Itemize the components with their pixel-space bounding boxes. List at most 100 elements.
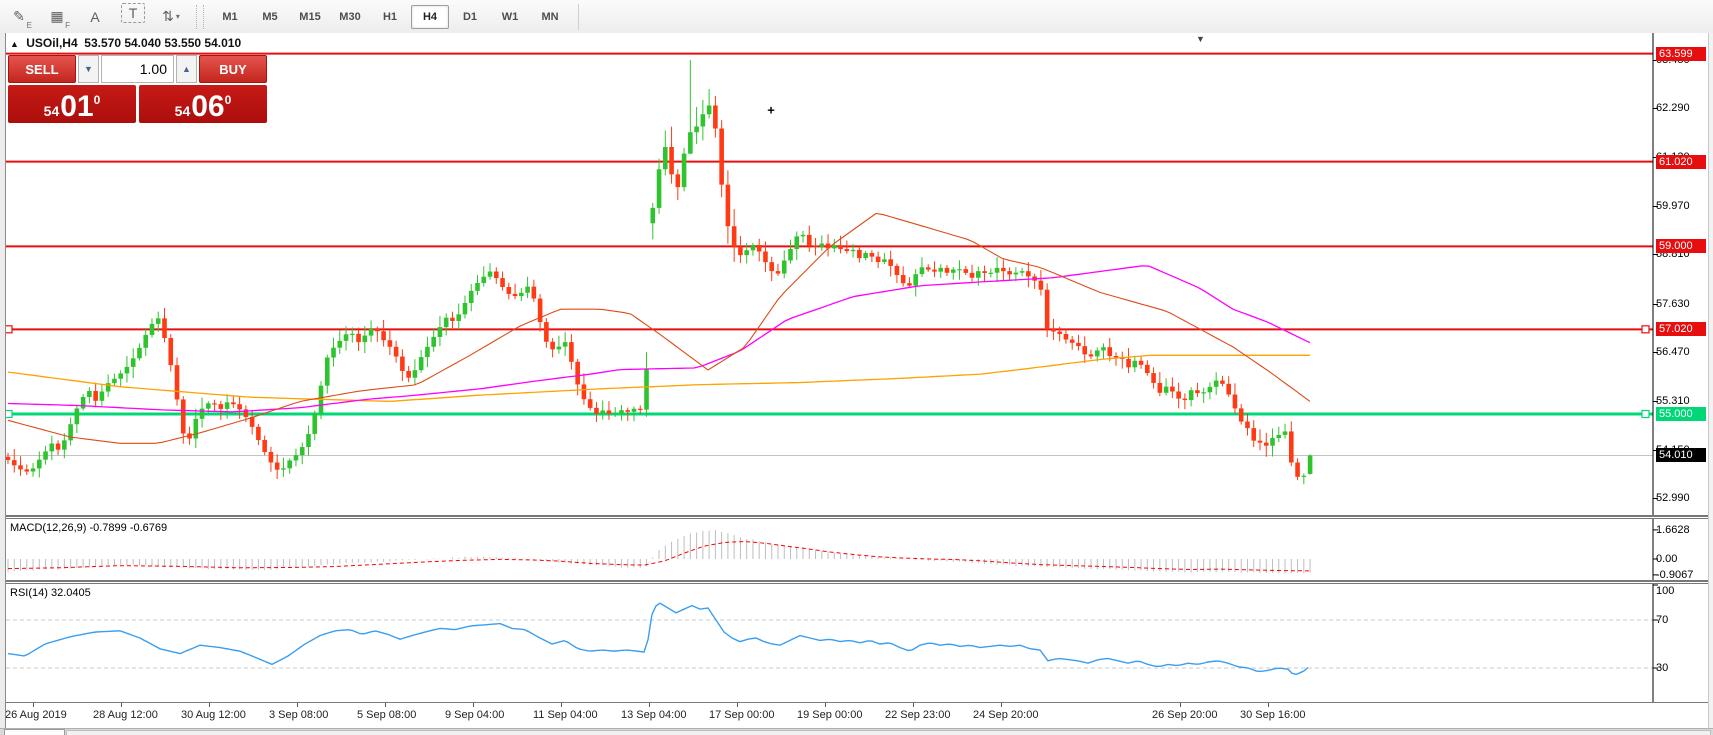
sell-price-big: 01 [60, 94, 93, 120]
timeframe-m30[interactable]: M30 [331, 5, 369, 29]
rsi-axis-label: 30 [1656, 661, 1706, 675]
level-price-label: 57.020 [1656, 322, 1706, 336]
arrows-objects-icon[interactable]: ⇅▾ [155, 3, 187, 31]
window-right-border [1708, 33, 1713, 735]
macd-plot[interactable] [0, 519, 1713, 580]
time-label: 30 Sep 16:00 [1240, 709, 1305, 721]
series-marker-icon: ▲ [10, 39, 19, 49]
grid-icon[interactable]: ▦F [41, 3, 73, 31]
time-label: 11 Sep 04:00 [533, 709, 598, 721]
time-tick [121, 703, 122, 707]
timeframe-d1[interactable]: D1 [451, 5, 489, 29]
rsi-label: RSI(14) 32.0405 [10, 587, 91, 599]
macd-axis-label: 1.6628 [1656, 523, 1706, 537]
one-click-trading-widget: SELL ▼ 1.00 ▲ BUY 54010 54060 [8, 55, 267, 123]
time-tick [737, 703, 738, 707]
rsi-plot[interactable] [0, 584, 1713, 702]
time-tick [297, 703, 298, 707]
chart-title: ▲ USOil,H4 53.570 54.040 53.550 54.010 [10, 36, 241, 50]
sell-price-sup: 0 [94, 94, 101, 106]
time-label: 22 Sep 23:00 [885, 709, 950, 721]
time-axis[interactable]: 26 Aug 2019 28 Aug 12:00 30 Aug 12:00 3 Sep… [0, 702, 1713, 729]
text-box-icon[interactable]: T [121, 3, 145, 23]
volume-input[interactable]: 1.00 [101, 55, 174, 83]
toolbar-separator [196, 5, 204, 29]
sell-button[interactable]: SELL [8, 55, 76, 83]
rsi-axis-label: 100 [1656, 584, 1706, 598]
window-left-border [0, 33, 6, 735]
buy-price-big: 06 [191, 94, 224, 120]
level-price-label: 61.020 [1656, 155, 1706, 169]
price-tick-label: 52.990 [1656, 491, 1706, 505]
level-price-label: 55.000 [1656, 407, 1706, 421]
sell-price-display[interactable]: 54010 [8, 85, 136, 123]
price-tick-label: 62.290 [1656, 101, 1706, 115]
macd-axis-label: -0.9067 [1656, 568, 1706, 582]
cross-annotation: + [767, 102, 775, 117]
price-tick-label: 55.310 [1656, 394, 1706, 408]
rsi-line [8, 603, 1308, 674]
current-price-label: 54.010 [1656, 448, 1706, 462]
ohlc-values: 53.570 54.040 53.550 54.010 [84, 36, 241, 50]
time-label: 28 Aug 12:00 [93, 709, 158, 721]
price-tick-label: 56.470 [1656, 345, 1706, 359]
time-label: 17 Sep 00:00 [709, 709, 774, 721]
time-tick [1268, 703, 1269, 707]
timeframe-mn[interactable]: MN [531, 5, 569, 29]
volume-decrease-button[interactable]: ▼ [78, 55, 99, 83]
macd-label: MACD(12,26,9) -0.7899 -0.6769 [10, 522, 167, 534]
patterns-icon[interactable]: ✎E [3, 3, 35, 31]
toolbar: ✎E▦FAT ⇅▾ M1M5M15M30H1H4D1W1MN [0, 0, 1713, 34]
buy-button[interactable]: BUY [199, 55, 267, 83]
buy-price-small: 54 [175, 104, 191, 118]
time-tick [1180, 703, 1181, 707]
chart-window[interactable]: + ▲ USOil,H4 53.570 54.040 53.550 54.010… [0, 33, 1713, 735]
main-chart-panel[interactable]: + ▲ USOil,H4 53.570 54.040 53.550 54.010… [0, 33, 1713, 515]
time-tick [33, 703, 34, 707]
time-label: 9 Sep 04:00 [445, 709, 504, 721]
toolbar-end-divider [578, 4, 579, 30]
symbol-timeframe: USOil,H4 [26, 36, 77, 50]
level-price-label: 59.000 [1656, 239, 1706, 253]
price-tick-label: 57.630 [1656, 297, 1706, 311]
time-tick [825, 703, 826, 707]
volume-increase-button[interactable]: ▲ [176, 55, 197, 83]
level-price-label: 63.599 [1656, 47, 1706, 61]
time-label: 26 Aug 2019 [5, 709, 67, 721]
time-label: 13 Sep 04:00 [621, 709, 686, 721]
time-tick [209, 703, 210, 707]
sell-price-small: 54 [44, 104, 60, 118]
time-tick [649, 703, 650, 707]
timeframe-h4[interactable]: H4 [411, 5, 449, 29]
timeframe-w1[interactable]: W1 [491, 5, 529, 29]
drawing-toolbar: ✎E▦FAT ⇅▾ [0, 3, 190, 31]
timeframe-m1[interactable]: M1 [211, 5, 249, 29]
chart-tab-bar [0, 728, 1713, 735]
time-label: 5 Sep 08:00 [357, 709, 416, 721]
macd-panel[interactable]: MACD(12,26,9) -0.7899 -0.6769 [0, 519, 1713, 580]
timeframe-m5[interactable]: M5 [251, 5, 289, 29]
time-label: 19 Sep 00:00 [797, 709, 862, 721]
text-label-icon[interactable]: A [79, 3, 111, 31]
time-tick [561, 703, 562, 707]
time-tick [1001, 703, 1002, 707]
timeframe-h1[interactable]: H1 [371, 5, 409, 29]
rsi-panel[interactable]: RSI(14) 32.0405 [0, 584, 1713, 702]
timeframe-m15[interactable]: M15 [291, 5, 329, 29]
rsi-axis-label: 70 [1656, 613, 1706, 627]
chart-tab[interactable] [4, 729, 65, 735]
time-label: 3 Sep 08:00 [269, 709, 328, 721]
price-tick-label: 59.970 [1656, 199, 1706, 213]
time-label: 24 Sep 20:00 [973, 709, 1038, 721]
time-label: 30 Aug 12:00 [181, 709, 246, 721]
ma-slow-orange [8, 355, 1310, 401]
buy-price-display[interactable]: 54060 [139, 85, 267, 123]
buy-price-sup: 0 [225, 94, 232, 106]
tab-bar-panel [66, 730, 1711, 735]
time-tick [473, 703, 474, 707]
chart-shift-icon[interactable]: ▼ [1196, 34, 1205, 44]
macd-axis-label: 0.00 [1656, 552, 1706, 566]
time-tick [913, 703, 914, 707]
timeframe-toolbar: M1M5M15M30H1H4D1W1MN [210, 5, 570, 29]
time-tick [385, 703, 386, 707]
